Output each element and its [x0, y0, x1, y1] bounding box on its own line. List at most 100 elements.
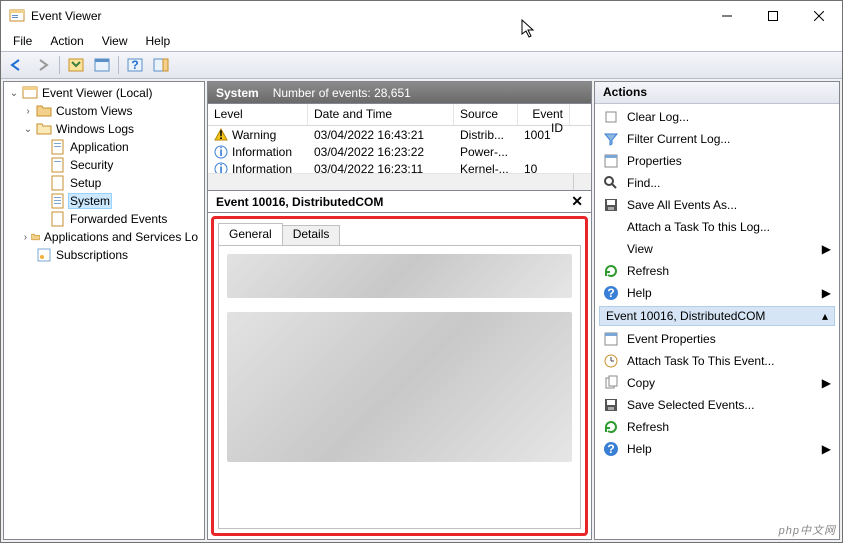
list-row[interactable]: iInformation 03/04/2022 16:23:22 Power-.…	[208, 143, 591, 160]
action-item[interactable]: Attach a Task To this Log...	[599, 216, 835, 238]
action-label: Help	[627, 286, 652, 300]
action-label: Copy	[627, 376, 655, 390]
actions-title: Actions	[595, 82, 839, 104]
tree-forwarded[interactable]: Forwarded Events	[4, 210, 204, 228]
cell-datetime: 03/04/2022 16:23:11	[308, 162, 454, 174]
action-item[interactable]: Properties	[599, 150, 835, 172]
collapse-arrow-icon: ▴	[822, 309, 828, 323]
help-icon: ?	[603, 285, 619, 301]
action-label: Find...	[627, 176, 660, 190]
cell-source: Power-...	[454, 145, 518, 159]
tree-system[interactable]: System	[4, 192, 204, 210]
tab-details[interactable]: Details	[282, 225, 341, 245]
col-datetime[interactable]: Date and Time	[308, 104, 454, 125]
action-item[interactable]: View ▶	[599, 238, 835, 260]
action-label: Help	[627, 442, 652, 456]
warning-icon: !	[214, 128, 228, 142]
tree-root[interactable]: ⌄ Event Viewer (Local)	[4, 84, 204, 102]
list-header: Level Date and Time Source Event ID	[208, 104, 591, 126]
menu-help[interactable]: Help	[138, 32, 179, 50]
horizontal-scrollbar[interactable]	[208, 173, 591, 190]
info-icon: i	[214, 145, 228, 159]
tree-label: Security	[68, 158, 115, 172]
cell-source: Distrib...	[454, 128, 518, 142]
list-body[interactable]: !Warning 03/04/2022 16:43:21 Distrib... …	[208, 126, 591, 173]
action-item[interactable]: Save Selected Events...	[599, 394, 835, 416]
cell-level: Information	[232, 162, 292, 174]
svg-text:i: i	[219, 162, 222, 174]
maximize-button[interactable]	[750, 1, 796, 31]
menu-file[interactable]: File	[5, 32, 40, 50]
tree-label: Custom Views	[54, 104, 134, 118]
log-icon	[50, 211, 66, 227]
tab-general[interactable]: General	[218, 223, 283, 245]
tree-label: Forwarded Events	[68, 212, 169, 226]
show-action-pane-button[interactable]	[149, 54, 173, 76]
watermark: php中文网	[779, 522, 836, 538]
app-icon	[9, 8, 25, 24]
col-eventid[interactable]: Event ID	[518, 104, 570, 125]
submenu-arrow-icon: ▶	[822, 442, 831, 456]
action-label: Event Properties	[627, 332, 716, 346]
props-icon	[603, 331, 619, 347]
events-list[interactable]: Level Date and Time Source Event ID !War…	[207, 103, 592, 191]
actions-list[interactable]: Clear Log... Filter Current Log... Prope…	[595, 104, 839, 539]
cell-eventid: 10	[518, 162, 570, 174]
action-item[interactable]: Refresh	[599, 416, 835, 438]
tree-custom-views[interactable]: › Custom Views	[4, 102, 204, 120]
props-icon	[603, 153, 619, 169]
close-detail-button[interactable]: ✕	[571, 193, 583, 210]
action-item[interactable]: Refresh	[599, 260, 835, 282]
close-button[interactable]	[796, 1, 842, 31]
action-label: Attach Task To This Event...	[627, 354, 774, 368]
info-icon: i	[214, 162, 228, 174]
action-item[interactable]: ? Help ▶	[599, 282, 835, 304]
action-item[interactable]: Save All Events As...	[599, 194, 835, 216]
client-area: ⌄ Event Viewer (Local) › Custom Views ⌄ …	[1, 79, 842, 542]
menu-view[interactable]: View	[94, 32, 136, 50]
actions-group-header[interactable]: Event 10016, DistributedCOM▴	[599, 306, 835, 326]
action-item[interactable]: Event Properties	[599, 328, 835, 350]
action-label: Save All Events As...	[627, 198, 737, 212]
show-hide-tree-button[interactable]	[64, 54, 88, 76]
action-item[interactable]: ? Help ▶	[599, 438, 835, 460]
action-item[interactable]: Clear Log...	[599, 106, 835, 128]
tree-apps-services[interactable]: ›Applications and Services Lo	[4, 228, 204, 246]
action-item[interactable]: Find...	[599, 172, 835, 194]
log-icon	[50, 139, 66, 155]
help-button[interactable]: ?	[123, 54, 147, 76]
expand-icon[interactable]: ›	[22, 232, 29, 243]
center-pane: System Number of events: 28,651 Level Da…	[207, 81, 592, 540]
action-item[interactable]: Copy ▶	[599, 372, 835, 394]
tree-security[interactable]: Security	[4, 156, 204, 174]
collapse-icon[interactable]: ⌄	[22, 124, 34, 135]
minimize-button[interactable]	[704, 1, 750, 31]
col-level[interactable]: Level	[208, 104, 308, 125]
tree-setup[interactable]: Setup	[4, 174, 204, 192]
expand-icon[interactable]: ⌄	[8, 88, 20, 99]
menu-action[interactable]: Action	[42, 32, 91, 50]
action-label: Filter Current Log...	[627, 132, 730, 146]
forward-button[interactable]	[31, 54, 55, 76]
tree-subscriptions[interactable]: Subscriptions	[4, 246, 204, 264]
action-item[interactable]: Filter Current Log...	[599, 128, 835, 150]
redacted-area	[227, 254, 572, 298]
action-label: View	[627, 242, 653, 256]
tree-application[interactable]: Application	[4, 138, 204, 156]
log-icon	[50, 193, 66, 209]
col-source[interactable]: Source	[454, 104, 518, 125]
save-icon	[603, 397, 619, 413]
action-item[interactable]: Attach Task To This Event...	[599, 350, 835, 372]
back-button[interactable]	[5, 54, 29, 76]
list-row[interactable]: iInformation 03/04/2022 16:23:11 Kernel-…	[208, 160, 591, 173]
expand-icon[interactable]: ›	[22, 106, 34, 117]
blank-icon	[603, 219, 619, 235]
properties-button[interactable]	[90, 54, 114, 76]
find-icon	[603, 175, 619, 191]
tree-pane[interactable]: ⌄ Event Viewer (Local) › Custom Views ⌄ …	[3, 81, 205, 540]
actions-pane: Actions Clear Log... Filter Current Log.…	[594, 81, 840, 540]
tree-windows-logs[interactable]: ⌄ Windows Logs	[4, 120, 204, 138]
list-row[interactable]: !Warning 03/04/2022 16:43:21 Distrib... …	[208, 126, 591, 143]
refresh-icon	[603, 419, 619, 435]
toolbar-separator	[118, 56, 119, 74]
